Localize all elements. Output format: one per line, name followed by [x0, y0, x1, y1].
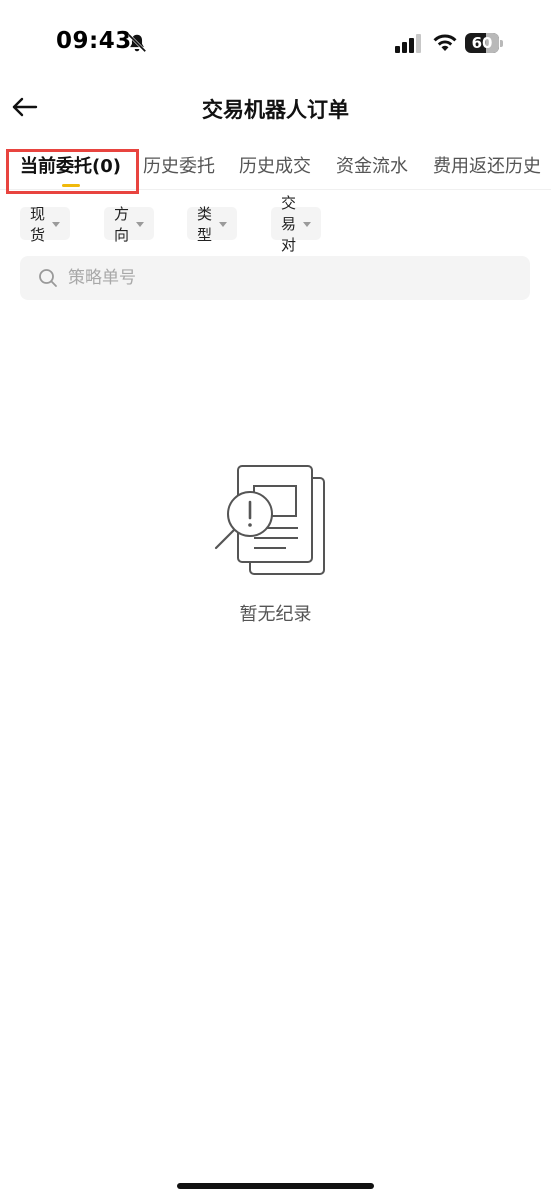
battery-level: 60 — [471, 34, 493, 52]
status-bar: 09:43 60 — [0, 0, 551, 80]
filter-type[interactable]: 类型 — [187, 205, 238, 244]
caret-down-icon — [136, 222, 145, 227]
tab-fund-flow[interactable]: 资金流水 — [336, 152, 408, 178]
wifi-icon — [433, 34, 457, 51]
status-time: 09:43 — [56, 28, 132, 54]
empty-state-text: 暂无纪录 — [239, 604, 312, 625]
search-icon — [39, 269, 57, 287]
filter-market-type[interactable]: 现货 — [20, 205, 71, 244]
caret-down-icon — [52, 222, 61, 227]
tab-fee-rebate-history[interactable]: 费用返还历史 — [433, 152, 541, 178]
filter-trading-pair[interactable]: 交易对 — [271, 194, 322, 254]
no-records-document-icon — [214, 465, 325, 575]
filter-direction[interactable]: 方向 — [104, 205, 155, 244]
filter-label: 现货 — [30, 204, 46, 244]
nav-header: 交易机器人订单 — [0, 80, 551, 136]
home-indicator — [177, 1183, 374, 1189]
battery-icon: 60 — [465, 33, 503, 53]
strategy-id-search-input[interactable] — [68, 256, 508, 300]
bell-slash-icon — [127, 33, 147, 53]
caret-down-icon — [219, 222, 228, 227]
signal-icon — [395, 34, 421, 53]
highlight-box — [6, 149, 139, 194]
tab-trade-history[interactable]: 历史成交 — [239, 152, 311, 178]
tab-order-history[interactable]: 历史委托 — [143, 152, 215, 178]
search-box — [20, 256, 530, 300]
page-title: 交易机器人订单 — [202, 98, 349, 122]
caret-down-icon — [303, 222, 312, 227]
filter-label: 类型 — [197, 204, 213, 244]
filter-label: 交易对 — [281, 194, 297, 254]
filter-label: 方向 — [114, 204, 130, 244]
